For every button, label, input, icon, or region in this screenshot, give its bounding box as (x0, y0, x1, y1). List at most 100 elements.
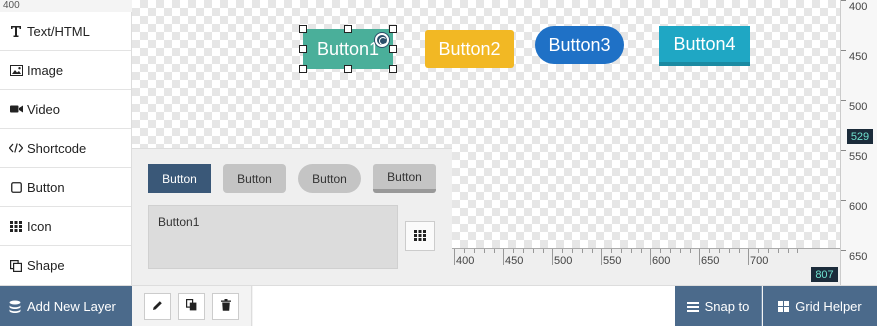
hruler-minor-tick (739, 249, 740, 253)
hruler-minor-tick (543, 249, 544, 253)
hruler-minor-tick (729, 249, 730, 253)
sidebar-item-text-html[interactable]: Text/HTML (0, 12, 131, 51)
delete-layer-button[interactable] (212, 293, 239, 320)
hruler-label: 450 (505, 255, 524, 267)
hruler-minor-tick (582, 249, 583, 253)
copy-icon (9, 259, 23, 272)
corner-coordinate: 400 (0, 0, 132, 12)
hruler-minor-tick (523, 249, 524, 253)
hruler-minor-tick (621, 249, 622, 253)
button-style-panel: Button Button Button Button Button1 (132, 148, 452, 285)
grid-helper-label: Grid Helper (795, 299, 862, 314)
hruler-minor-tick (690, 249, 691, 253)
style-option-flat[interactable]: Button (148, 164, 211, 193)
hruler-minor-tick (788, 249, 789, 253)
hruler-minor-tick (778, 249, 779, 253)
style-option-3d[interactable]: Button (373, 164, 436, 193)
hruler-tick (454, 249, 455, 265)
canvas-button-3[interactable]: Button3 (535, 26, 624, 64)
vruler-label: 500 (849, 101, 868, 113)
hruler-minor-tick (572, 249, 573, 253)
image-icon (9, 64, 23, 76)
hruler-label: 600 (652, 255, 671, 267)
resize-handle-top-right[interactable] (389, 25, 397, 33)
hruler-minor-tick (758, 249, 759, 253)
vertical-ruler: 400 450 500 550 600 650 529 (840, 0, 877, 285)
style-option-rounded[interactable]: Button (223, 164, 286, 193)
square-icon (9, 181, 23, 193)
duplicate-icon (186, 299, 197, 314)
hruler-tick (699, 249, 700, 265)
vruler-tick (841, 250, 846, 251)
hruler-minor-tick (464, 249, 465, 253)
hruler-minor-tick (484, 249, 485, 253)
duplicate-layer-button[interactable] (178, 293, 205, 320)
sidebar-item-image[interactable]: Image (0, 51, 131, 90)
grid-helper-button[interactable]: Grid Helper (763, 286, 877, 326)
snap-to-label: Snap to (704, 299, 750, 314)
layer-type-sidebar: Text/HTML Image Video Shortcode Button I… (0, 12, 132, 285)
hruler-minor-tick (513, 249, 514, 253)
hruler-minor-tick (641, 249, 642, 253)
grid-icon (9, 220, 23, 232)
vruler-tick (841, 200, 846, 201)
style-option-pill[interactable]: Button (298, 164, 361, 193)
resize-handle-bottom-left[interactable] (299, 65, 307, 73)
sidebar-item-label: Button (27, 179, 65, 195)
hruler-minor-tick (494, 249, 495, 253)
sidebar-item-label: Video (27, 101, 61, 117)
vruler-tick (841, 150, 846, 151)
horizontal-ruler: 400 450 500 550 600 650 700 807 (452, 248, 840, 285)
hruler-tick (748, 249, 749, 265)
sidebar-item-button[interactable]: Button (0, 168, 131, 207)
sidebar-item-shortcode[interactable]: Shortcode (0, 129, 131, 168)
hruler-label: 500 (554, 255, 573, 267)
sidebar-item-label: Shortcode (27, 140, 87, 156)
code-icon (9, 143, 23, 153)
resize-handle-top[interactable] (344, 25, 352, 33)
vruler-tick (841, 50, 846, 51)
hruler-minor-tick (562, 249, 563, 253)
vruler-label: 650 (849, 251, 868, 263)
canvas-button-4[interactable]: Button4 (659, 26, 750, 66)
resize-handle-top-left[interactable] (299, 25, 307, 33)
snap-to-button[interactable]: Snap to (675, 286, 762, 326)
add-new-layer-label: Add New Layer (27, 299, 116, 314)
resize-handle-left[interactable] (299, 45, 307, 53)
hruler-minor-tick (670, 249, 671, 253)
hruler-tick (503, 249, 504, 265)
hruler-label: 550 (603, 255, 622, 267)
vruler-label: 450 (849, 51, 868, 63)
add-new-layer-button[interactable]: Add New Layer (0, 286, 132, 326)
hruler-minor-tick (611, 249, 612, 253)
canvas-button-2[interactable]: Button2 (425, 30, 514, 68)
hruler-label: 400 (456, 255, 475, 267)
layer-tools (132, 286, 252, 326)
hruler-minor-tick (592, 249, 593, 253)
vruler-label: 550 (849, 151, 868, 163)
hruler-tick (552, 249, 553, 265)
hruler-tick (601, 249, 602, 265)
rotate-handle-icon[interactable] (375, 33, 389, 47)
button-text-input[interactable]: Button1 (148, 205, 398, 269)
menu-icon (686, 301, 699, 312)
hruler-minor-tick (719, 249, 720, 253)
sidebar-item-icon[interactable]: Icon (0, 207, 131, 246)
resize-handle-bottom[interactable] (344, 65, 352, 73)
sidebar-item-video[interactable]: Video (0, 90, 131, 129)
sidebar-item-shape[interactable]: Shape (0, 246, 131, 285)
edit-layer-button[interactable] (144, 293, 171, 320)
hruler-minor-tick (797, 249, 798, 253)
icon-picker-button[interactable] (405, 221, 435, 251)
vruler-tick (841, 0, 846, 1)
hruler-minor-tick (631, 249, 632, 253)
resize-handle-bottom-right[interactable] (389, 65, 397, 73)
hruler-minor-tick (660, 249, 661, 253)
toolbar-spacer (253, 286, 675, 326)
grid-icon (414, 229, 426, 244)
hruler-minor-tick (709, 249, 710, 253)
sidebar-item-label: Text/HTML (27, 23, 90, 39)
resize-handle-right[interactable] (389, 45, 397, 53)
sidebar-item-label: Icon (27, 218, 52, 234)
layers-icon (9, 300, 21, 313)
